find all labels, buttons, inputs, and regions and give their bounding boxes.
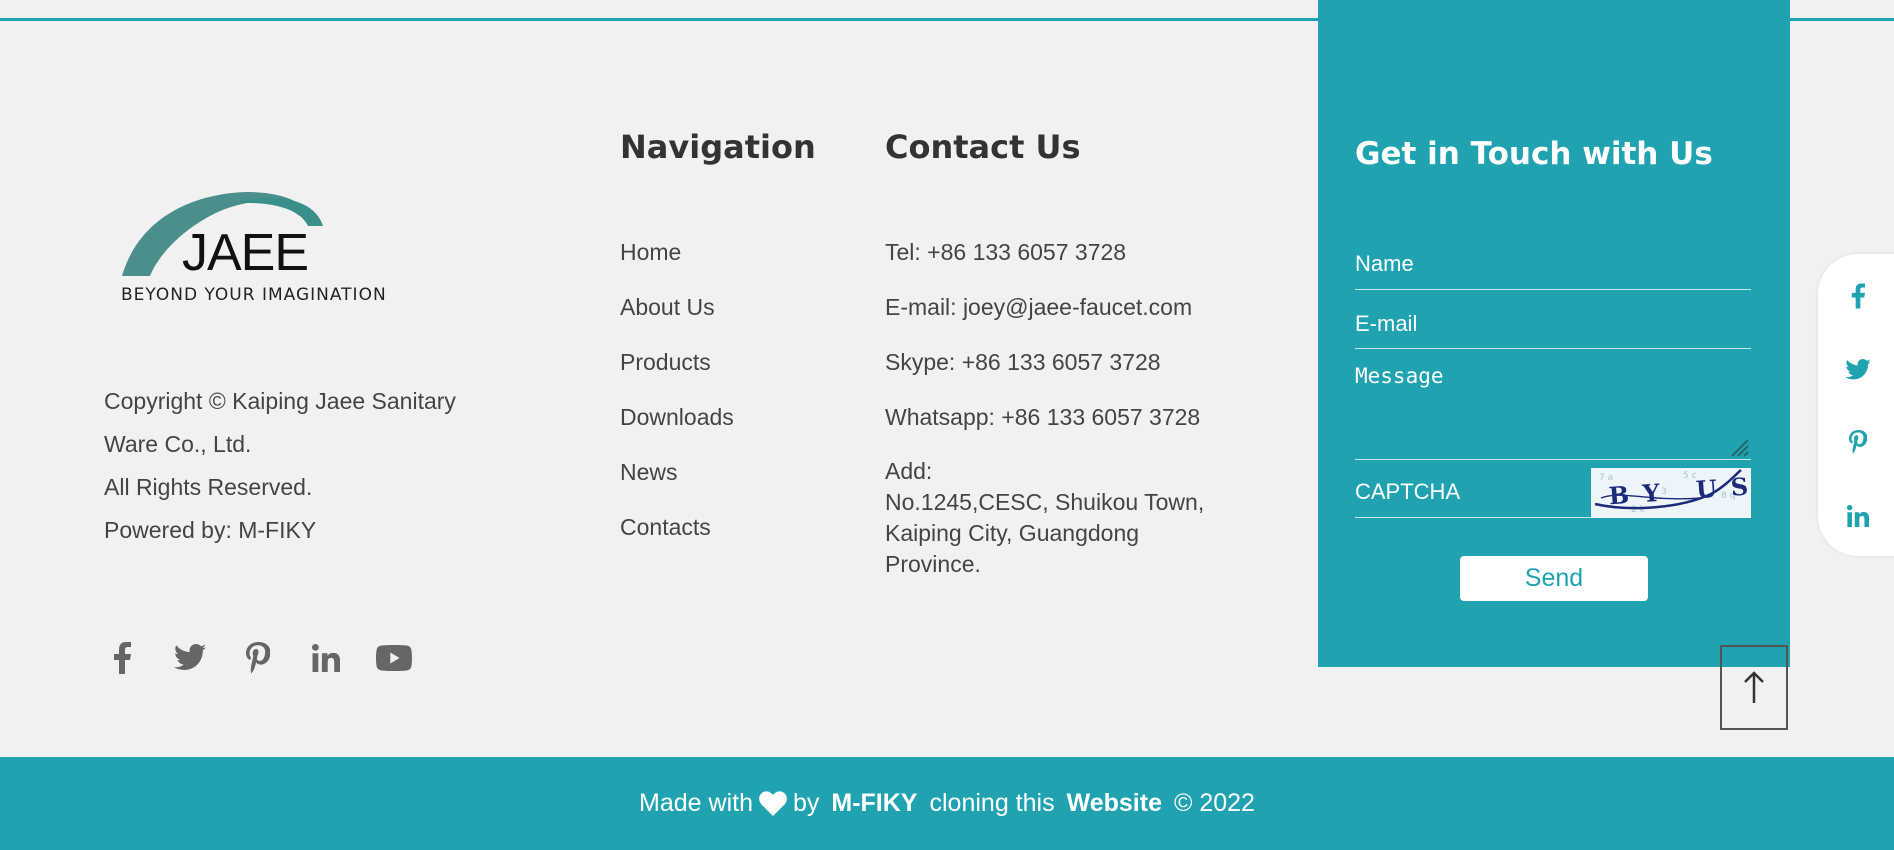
contact-form-panel: Get in Touch with Us 7 a2 k5 c8 q3 BY US… — [1318, 0, 1790, 667]
copyright-text: Copyright © Kaiping Jaee Sanitary Ware C… — [104, 380, 524, 552]
address-line: No.1245,CESC, Shuikou Town, — [885, 489, 1205, 515]
nav-link-home[interactable]: Home — [620, 236, 734, 291]
copyright-line: All Rights Reserved. — [104, 474, 313, 500]
navigation-list: Home About Us Products Downloads News Co… — [620, 236, 734, 566]
copyright-line: Ware Co., Ltd. — [104, 431, 252, 457]
copyright-line: Copyright © Kaiping Jaee Sanitary — [104, 388, 456, 414]
author-link[interactable]: M-FIKY — [831, 789, 917, 818]
logo-wordmark: JAEE — [182, 224, 308, 282]
contact-tel: Tel: +86 133 6057 3728 — [885, 239, 1127, 265]
pinterest-icon[interactable] — [240, 640, 276, 676]
contact-list: Tel: +86 133 6057 3728 E-mail: joey@jaee… — [885, 236, 1245, 580]
arrow-up-icon — [1744, 670, 1764, 703]
facebook-icon[interactable] — [104, 640, 140, 676]
facebook-icon[interactable] — [1842, 280, 1874, 312]
copyright-year: © 2022 — [1173, 789, 1255, 817]
name-field-wrapper — [1355, 240, 1751, 290]
form-title: Get in Touch with Us — [1355, 136, 1713, 172]
logo-tagline: BEYOND YOUR IMAGINATION — [121, 285, 387, 305]
linkedin-icon[interactable] — [308, 640, 344, 676]
contact-email[interactable]: E-mail: joey@jaee-faucet.com — [885, 291, 1245, 346]
message-field-wrapper — [1355, 358, 1751, 460]
powered-by: Powered by: M-FIKY — [104, 517, 317, 543]
website-link[interactable]: Website — [1067, 789, 1162, 818]
resize-grip-icon[interactable] — [1729, 437, 1749, 457]
contact-whatsapp: Whatsapp: +86 133 6057 3728 — [885, 404, 1201, 430]
message-textarea[interactable] — [1355, 358, 1751, 456]
address-line: Kaiping City, Guangdong — [885, 520, 1140, 546]
jaee-logo[interactable]: JAEE BEYOND YOUR IMAGINATION — [118, 186, 438, 306]
captcha-field-wrapper: 7 a2 k5 c8 q3 BY US — [1355, 468, 1751, 518]
back-to-top-button[interactable] — [1720, 645, 1788, 730]
social-links — [104, 640, 444, 676]
floating-social-bar — [1818, 254, 1894, 556]
nav-link-news[interactable]: News — [620, 456, 734, 511]
email-input[interactable] — [1355, 300, 1751, 348]
pinterest-icon[interactable] — [1842, 426, 1874, 458]
nav-link-products[interactable]: Products — [620, 346, 734, 401]
twitter-icon[interactable] — [1842, 354, 1874, 386]
made-with-text: Made with — [639, 789, 753, 817]
nav-link-about-us[interactable]: About Us — [620, 291, 734, 346]
twitter-icon[interactable] — [172, 640, 208, 676]
by-text: by — [792, 789, 820, 817]
contact-skype: Skype: +86 133 6057 3728 — [885, 349, 1161, 375]
youtube-icon[interactable] — [376, 640, 412, 676]
name-input[interactable] — [1355, 240, 1751, 288]
address-label: Add: — [885, 458, 933, 484]
nav-link-downloads[interactable]: Downloads — [620, 401, 734, 456]
cloning-text: cloning this — [929, 789, 1055, 817]
address-line: Province. — [885, 551, 981, 577]
email-field-wrapper — [1355, 300, 1751, 349]
navigation-heading: Navigation — [620, 128, 816, 166]
heart-icon — [759, 791, 787, 816]
linkedin-icon[interactable] — [1842, 500, 1874, 532]
contact-heading: Contact Us — [885, 128, 1081, 166]
captcha-input[interactable] — [1355, 468, 1585, 516]
captcha-image[interactable]: 7 a2 k5 c8 q3 BY US — [1591, 468, 1751, 518]
contact-address: Add: No.1245,CESC, Shuikou Town, Kaiping… — [885, 456, 1245, 580]
send-button[interactable]: Send — [1460, 556, 1648, 601]
nav-link-contacts[interactable]: Contacts — [620, 511, 734, 566]
footer-credit-bar: Made with by M-FIKY cloning this Website… — [0, 757, 1894, 850]
